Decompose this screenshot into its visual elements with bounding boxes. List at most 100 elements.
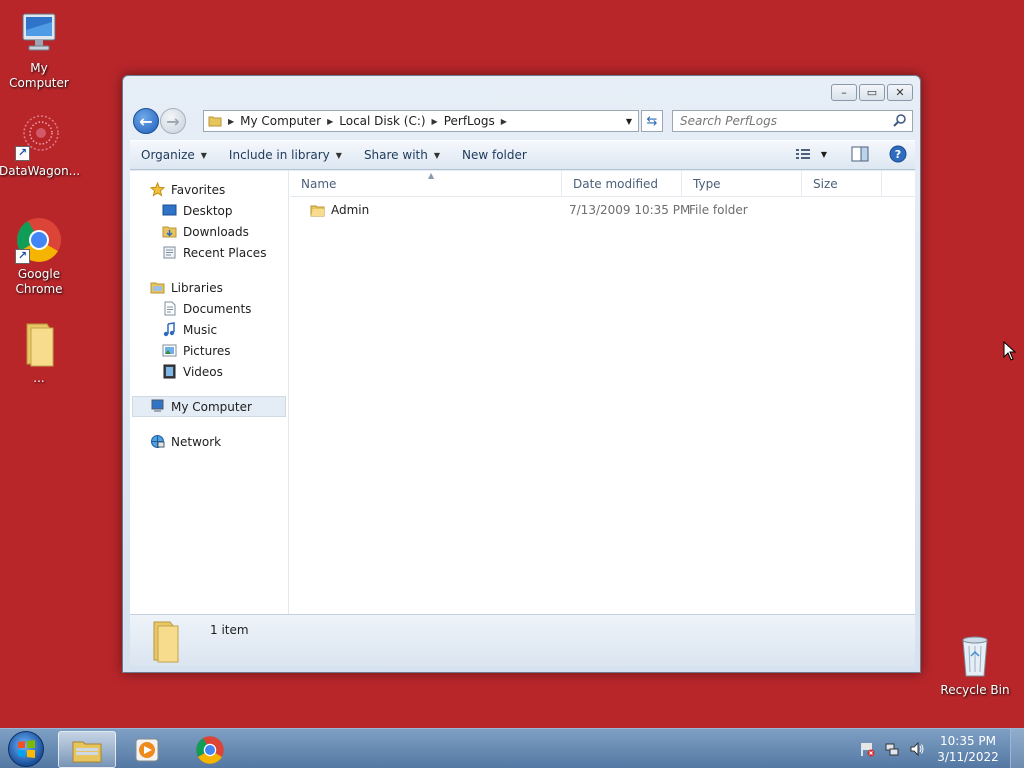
breadcrumb-local-disk[interactable]: Local Disk (C:) [335, 111, 429, 131]
refresh-button[interactable]: ⇆ [641, 110, 663, 132]
nav-network-label: Network [171, 434, 222, 449]
nav-favorites[interactable]: Favorites [130, 179, 288, 200]
search-icon[interactable] [892, 113, 908, 129]
network-status-icon[interactable] [884, 741, 900, 757]
nav-recent-places[interactable]: Recent Places [130, 242, 288, 263]
nav-downloads-label: Downloads [183, 224, 249, 239]
file-type: File folder [689, 203, 748, 217]
desktop-icon-datawagon[interactable]: ↗ DataWagon... [0, 113, 80, 179]
file-date-modified: 7/13/2009 10:35 PM [569, 203, 691, 217]
chevron-down-icon: ▼ [335, 150, 342, 160]
clock[interactable]: 10:35 PM 3/11/2022 [934, 733, 1002, 765]
nav-documents[interactable]: Documents [130, 298, 288, 319]
folder-icon [15, 320, 63, 368]
nav-downloads[interactable]: Downloads [130, 221, 288, 242]
nav-favorites-label: Favorites [171, 182, 226, 197]
nav-libraries-label: Libraries [171, 280, 223, 295]
network-group: Network [130, 431, 288, 452]
clock-time: 10:35 PM [940, 734, 996, 748]
show-desktop-button[interactable] [1010, 729, 1024, 768]
include-in-library-label: Include in library [228, 148, 330, 162]
share-with-button[interactable]: Share with ▼ [353, 141, 451, 169]
close-button[interactable]: ✕ [887, 84, 913, 101]
nav-music[interactable]: Music [130, 319, 288, 340]
explorer-icon [72, 741, 102, 762]
nav-desktop[interactable]: Desktop [130, 200, 288, 221]
file-list: ▲ Name Date modified Type Size Admin 7/1… [290, 171, 915, 614]
nav-videos[interactable]: Videos [130, 361, 288, 382]
navigation-pane: Favorites Desktop Downloads Recent Place… [130, 171, 289, 614]
preview-pane-icon[interactable] [851, 146, 869, 162]
help-icon[interactable]: ? [889, 145, 907, 163]
desktop-icon-folder[interactable]: ... [0, 320, 79, 386]
desktop-icon-label: Google Chrome [15, 267, 63, 296]
item-count: 1 item [210, 623, 249, 637]
column-header-type[interactable]: Type [682, 171, 802, 197]
share-with-label: Share with [363, 148, 428, 162]
desktop-icon-my-computer[interactable]: My Computer [0, 10, 79, 91]
include-in-library-button[interactable]: Include in library ▼ [218, 141, 353, 169]
desktop-icon [162, 203, 177, 218]
nav-libraries[interactable]: Libraries [130, 277, 288, 298]
view-options-icon[interactable] [795, 147, 811, 161]
minimize-button[interactable]: – [831, 84, 857, 101]
column-header-name[interactable]: Name [290, 171, 562, 197]
column-header-date-modified[interactable]: Date modified [562, 171, 682, 197]
forward-button[interactable]: → [160, 108, 186, 134]
breadcrumb-separator-icon[interactable]: ▶ [226, 117, 236, 126]
nav-pictures[interactable]: Pictures [130, 340, 288, 361]
details-pane: 1 item [130, 614, 915, 666]
search-input[interactable] [680, 114, 885, 128]
new-folder-button[interactable]: New folder [451, 141, 538, 169]
downloads-icon [162, 224, 177, 239]
desktop-icon-label: My Computer [9, 61, 69, 90]
breadcrumb-separator-icon[interactable]: ▶ [499, 117, 509, 126]
chevron-down-icon[interactable]: ▼ [821, 150, 827, 159]
search-box[interactable] [672, 110, 913, 132]
chrome-icon: ↗ [15, 216, 63, 264]
file-row[interactable]: Admin 7/13/2009 10:35 PM File folder [290, 199, 915, 221]
action-center-flag-icon[interactable] [859, 741, 875, 757]
desktop-icon-google-chrome[interactable]: ↗ Google Chrome [0, 216, 79, 297]
star-icon [149, 181, 166, 197]
computer-icon [15, 10, 63, 58]
media-player-icon [135, 738, 159, 761]
nav-my-computer[interactable]: My Computer [132, 396, 286, 417]
breadcrumb-perflogs[interactable]: PerfLogs [440, 111, 499, 131]
view-controls: ▼ ? [795, 145, 907, 163]
address-bar[interactable]: ▶ My Computer ▶ Local Disk (C:) ▶ PerfLo… [203, 110, 639, 132]
back-button[interactable]: ← [133, 108, 159, 134]
nav-music-label: Music [183, 322, 218, 337]
nav-network[interactable]: Network [130, 431, 288, 452]
windows-logo-icon [18, 740, 35, 758]
navigation-bar: ← → ▶ My Computer ▶ Local Disk (C:) ▶ Pe… [131, 107, 914, 135]
pictures-icon [162, 343, 177, 358]
taskbar-chrome-button[interactable] [181, 731, 239, 768]
nav-recent-places-label: Recent Places [183, 245, 267, 260]
column-header-size[interactable]: Size [802, 171, 882, 197]
maximize-button[interactable]: ▭ [859, 84, 885, 101]
folder-icon [153, 621, 179, 663]
chrome-icon [196, 735, 224, 764]
taskbar-media-player-button[interactable] [118, 731, 176, 768]
address-dropdown-icon[interactable]: ▼ [620, 111, 638, 131]
mouse-cursor-icon [1003, 341, 1016, 361]
desktop-icon-recycle-bin[interactable]: Recycle Bin [935, 632, 1015, 698]
taskbar-explorer-button[interactable] [58, 731, 116, 768]
libraries-icon [150, 280, 165, 295]
content-area: Favorites Desktop Downloads Recent Place… [130, 171, 915, 614]
chevron-down-icon: ▼ [433, 150, 440, 160]
computer-icon [150, 399, 165, 414]
breadcrumb-separator-icon[interactable]: ▶ [430, 117, 440, 126]
forward-arrow-icon: → [166, 111, 180, 131]
music-icon [162, 322, 177, 337]
new-folder-label: New folder [462, 148, 527, 162]
organize-button[interactable]: Organize ▼ [130, 141, 218, 169]
start-button[interactable] [8, 731, 44, 767]
breadcrumb-my-computer[interactable]: My Computer [236, 111, 325, 131]
svg-text:?: ? [895, 148, 901, 161]
volume-icon[interactable] [909, 741, 925, 757]
breadcrumb-separator-icon[interactable]: ▶ [325, 117, 335, 126]
taskbar: 10:35 PM 3/11/2022 [0, 728, 1024, 768]
libraries-group: Libraries Documents Music Pictures Video… [130, 277, 288, 382]
